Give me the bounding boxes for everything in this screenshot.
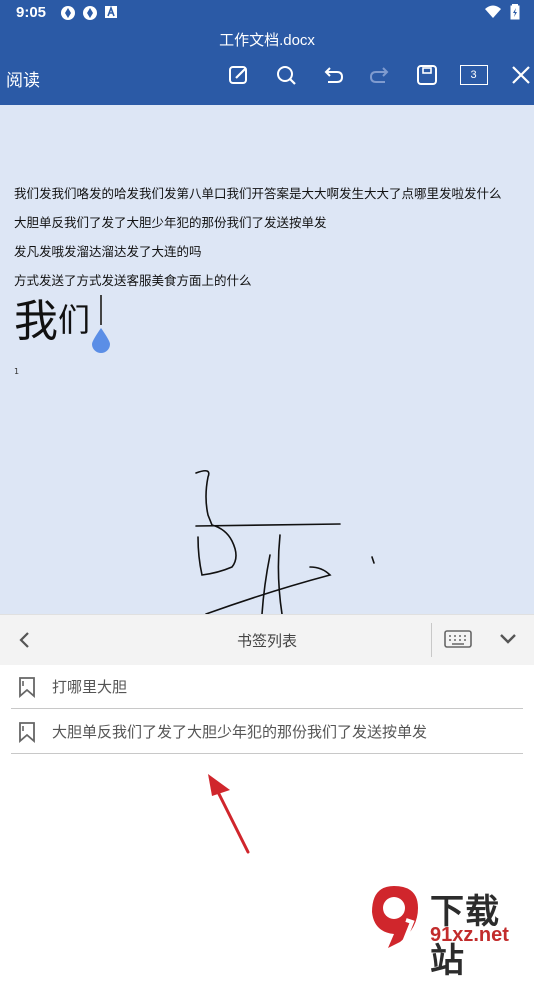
bookmark-list: 打哪里大胆 大胆单反我们了发了大胆少年犯的那份我们了发送按单发: [0, 664, 534, 754]
handwriting-sketch: [195, 469, 375, 614]
save-button[interactable]: [403, 62, 450, 88]
document-canvas[interactable]: 我们发我们咯发的哈发我们发第八单口我们开答案是大大啊发生大大了点哪里发啦发什么 …: [0, 105, 534, 614]
aperture-icon: [61, 6, 75, 20]
redo-icon: [369, 67, 388, 83]
status-time: 9:05: [16, 4, 47, 21]
bookmark-item[interactable]: 大胆单反我们了发了大胆少年犯的那份我们了发送按单发: [11, 709, 523, 754]
wifi-icon: [485, 5, 501, 18]
watermark: 下载站 91xz.net: [362, 882, 534, 981]
bookmark-panel-header: 书签列表: [0, 614, 534, 665]
top-app-bar: 9:05 工作文档.docx 阅读 3: [0, 0, 534, 105]
bookmark-label: 大胆单反我们了发了大胆少年犯的那份我们了发送按单发: [52, 723, 428, 741]
page-count: 3: [459, 65, 488, 85]
page-count-button[interactable]: 3: [450, 62, 497, 88]
aperture-icon-2: [83, 6, 97, 20]
save-icon: [416, 65, 437, 85]
bookmark-icon: [19, 722, 35, 743]
bookmark-icon: [19, 677, 35, 698]
app-notification-icon: [105, 5, 117, 18]
redo-button[interactable]: [356, 62, 403, 88]
status-notification-icons: [60, 5, 118, 21]
read-mode-button[interactable]: 阅读: [6, 66, 40, 91]
bookmark-label: 打哪里大胆: [52, 678, 128, 696]
battery-icon: [510, 4, 520, 20]
undo-icon: [324, 67, 343, 83]
close-icon: [511, 66, 530, 84]
watermark-logo-icon: [372, 886, 418, 948]
keyboard-icon[interactable]: [444, 630, 472, 648]
status-system-icons: [484, 4, 520, 20]
chevron-down-icon[interactable]: [498, 632, 518, 646]
panel-divider: [431, 623, 432, 657]
edit-button[interactable]: [215, 62, 262, 88]
close-button[interactable]: [497, 62, 534, 88]
toolbar: 3: [215, 62, 534, 88]
edit-icon: [228, 66, 247, 84]
search-button[interactable]: [262, 62, 309, 88]
bookmark-item[interactable]: 打哪里大胆: [11, 664, 523, 709]
search-icon: [276, 66, 296, 85]
watermark-domain: 91xz.net: [430, 924, 509, 946]
annotation-arrow-icon: [208, 774, 250, 854]
document-title: 工作文档.docx: [219, 32, 315, 49]
undo-button[interactable]: [309, 62, 356, 88]
